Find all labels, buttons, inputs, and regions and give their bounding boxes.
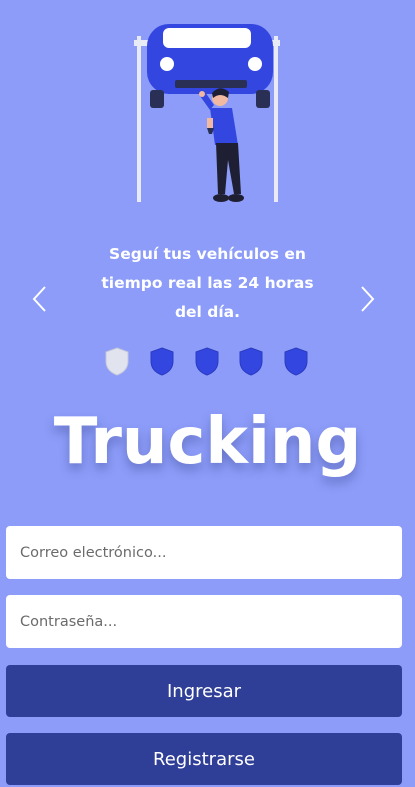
shield-icon [195, 347, 218, 376]
password-field[interactable] [6, 595, 402, 648]
carousel-indicator-1[interactable] [104, 346, 130, 376]
carousel-next-button[interactable] [356, 284, 378, 314]
carousel-indicator-3[interactable] [194, 346, 220, 376]
carousel-indicator-4[interactable] [238, 346, 264, 376]
carousel-caption: Seguí tus vehículos en tiempo real las 2… [101, 245, 314, 321]
register-button[interactable]: Registrarse [6, 733, 402, 785]
shield-icon [150, 347, 174, 376]
carousel-indicators [104, 346, 309, 378]
email-field[interactable] [6, 526, 402, 579]
shield-icon [239, 347, 263, 376]
carousel-prev-button[interactable] [29, 284, 51, 314]
chevron-right-icon [361, 286, 375, 312]
carousel-indicator-2[interactable] [149, 346, 175, 376]
shield-icon [284, 347, 308, 376]
app-title: Trucking [53, 405, 362, 479]
chevron-left-icon [32, 286, 46, 312]
mechanic-car-lift-illustration [134, 24, 280, 202]
shield-icon [105, 347, 129, 376]
login-button[interactable]: Ingresar [6, 665, 402, 717]
carousel-indicator-5[interactable] [283, 346, 309, 376]
